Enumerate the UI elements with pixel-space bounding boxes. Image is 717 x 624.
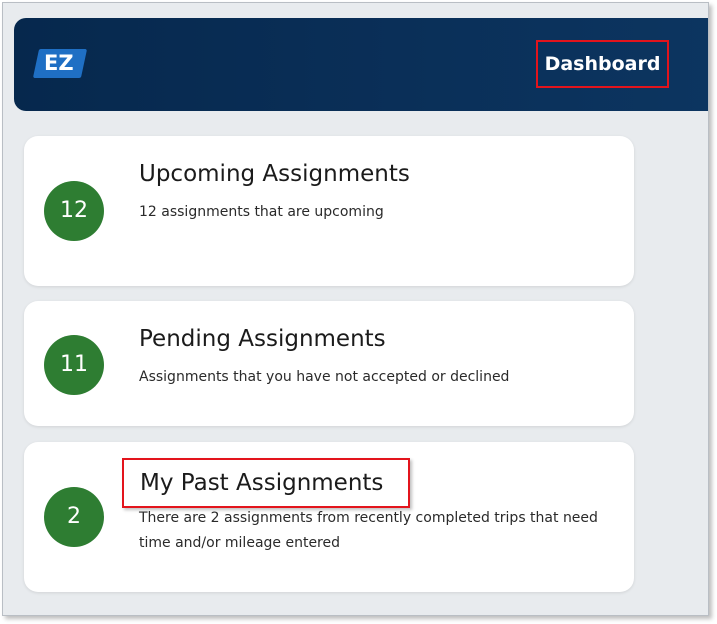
past-assignments-title[interactable]: My Past Assignments [122, 458, 410, 508]
past-assignments-card[interactable]: 2 My Past Assignments There are 2 assign… [24, 442, 634, 592]
ez-logo-text: EZ [44, 51, 74, 75]
upcoming-assignments-description: 12 assignments that are upcoming [139, 204, 384, 220]
pending-count-badge: 11 [44, 335, 104, 395]
past-count-badge: 2 [44, 487, 104, 547]
dashboard-link[interactable]: Dashboard [536, 40, 669, 88]
pending-assignments-description: Assignments that you have not accepted o… [139, 369, 510, 385]
past-assignments-description: There are 2 assignments from recently co… [139, 510, 598, 551]
top-header-bar: EZ Dashboard [14, 18, 708, 111]
app-window: EZ Dashboard 12 Upcoming Assignments 12 … [2, 2, 709, 616]
pending-assignments-title: Pending Assignments [139, 326, 386, 352]
upcoming-assignments-title: Upcoming Assignments [139, 161, 410, 187]
pending-assignments-card[interactable]: 11 Pending Assignments Assignments that … [24, 301, 634, 426]
upcoming-count-badge: 12 [44, 181, 104, 241]
upcoming-assignments-card[interactable]: 12 Upcoming Assignments 12 assignments t… [24, 136, 634, 286]
